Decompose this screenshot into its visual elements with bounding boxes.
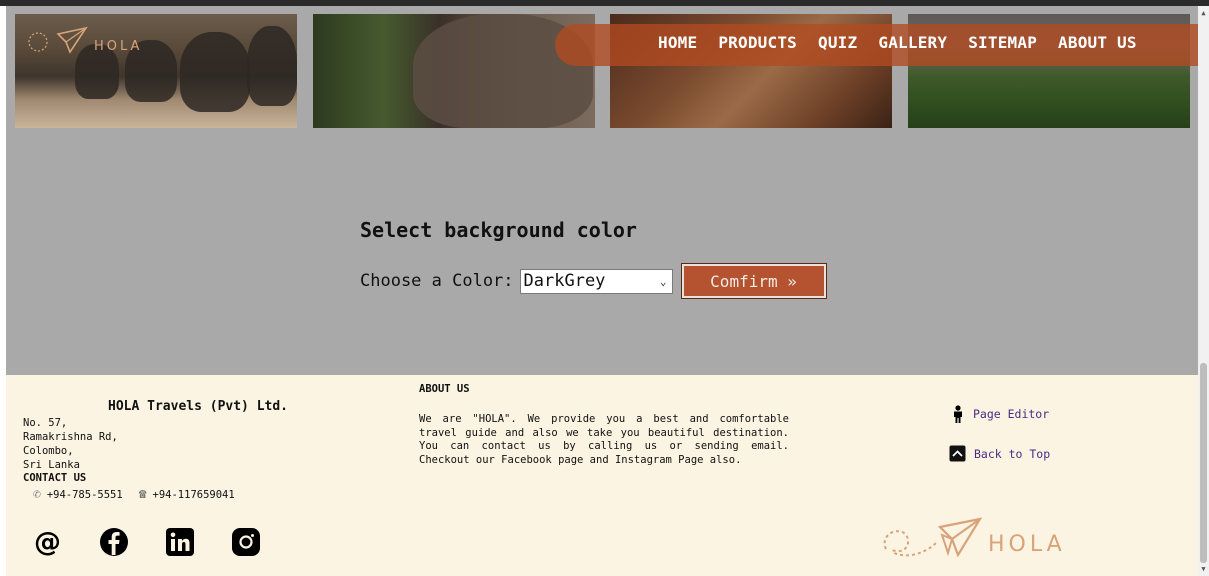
chevron-down-icon: ⌄ [659, 274, 667, 288]
nav-products[interactable]: PRODUCTS [718, 33, 797, 52]
phone-list: ✆ +94-785-5551 ☎ +94-117659041 [33, 487, 235, 502]
color-form: Choose a Color: DarkGrey ⌄ Comfirm » [360, 264, 826, 298]
scrollbar-thumb[interactable] [1200, 363, 1207, 563]
facebook-icon[interactable] [99, 527, 129, 557]
mobile-phone-icon: ✆ [33, 487, 41, 502]
nav-sitemap[interactable]: SITEMAP [968, 33, 1037, 52]
svg-text:@: @ [34, 527, 61, 557]
confirm-button[interactable]: Comfirm » [681, 264, 826, 298]
about-title: ABOUT US [419, 383, 470, 395]
phone-land[interactable]: +94-117659041 [153, 489, 235, 501]
color-label: Choose a Color: [360, 271, 514, 291]
nav-list: HOME PRODUCTS QUIZ GALLERY SITEMAP ABOUT… [658, 33, 1137, 52]
linkedin-icon[interactable] [165, 527, 195, 557]
main-nav: HOME PRODUCTS QUIZ GALLERY SITEMAP ABOUT… [555, 24, 1198, 66]
telephone-icon: ☎ [138, 487, 147, 502]
nav-home[interactable]: HOME [658, 33, 697, 52]
address-line: Colombo, [23, 445, 74, 457]
back-to-top-label: Back to Top [974, 446, 1051, 461]
address-line: No. 57, [23, 417, 68, 429]
hola-logo[interactable]: HOLA [24, 24, 164, 58]
hola-logo-footer: HOLA [883, 517, 1066, 558]
person-icon [954, 405, 962, 423]
address: No. 57, Ramakrishna Rd, Colombo, Sri Lan… [23, 416, 118, 472]
address-line: Ramakrishna Rd, [23, 431, 118, 443]
email-icon[interactable]: @ [33, 527, 63, 557]
color-select-value: DarkGrey [523, 270, 606, 291]
scroll-up-arrow-icon[interactable]: ▲ [1198, 8, 1209, 18]
arrow-up-icon [949, 445, 966, 462]
vertical-scrollbar[interactable]: ▲ ▼ [1198, 6, 1209, 576]
page-editor-label: Page Editor [973, 407, 1050, 421]
nav-gallery[interactable]: GALLERY [878, 33, 947, 52]
contact-title: CONTACT US [23, 472, 87, 484]
color-select[interactable]: DarkGrey ⌄ [519, 268, 673, 294]
footer-logo-text: HOLA [988, 532, 1066, 557]
company-name: HOLA Travels (Pvt) Ltd. [108, 399, 289, 414]
nav-about-us[interactable]: ABOUT US [1058, 33, 1137, 52]
form-title: Select background color [360, 218, 637, 242]
page: HOLA HOME PRODUCTS QUIZ GALLERY SITEMAP … [6, 6, 1198, 576]
nav-quiz[interactable]: QUIZ [818, 33, 857, 52]
logo-text: HOLA [94, 39, 142, 54]
elephant-shape [247, 26, 297, 106]
about-text: We are "HOLA". We provide you a best and… [419, 413, 789, 466]
address-line: Sri Lanka [23, 459, 80, 471]
instagram-icon[interactable] [231, 527, 261, 557]
phone-mobile[interactable]: +94-785-5551 [47, 489, 123, 501]
header-photo-elephant-closeup [313, 14, 595, 128]
footer: HOLA Travels (Pvt) Ltd. No. 57, Ramakris… [6, 375, 1198, 576]
scroll-down-arrow-icon[interactable]: ▼ [1198, 564, 1209, 574]
social-links: @ [33, 527, 261, 557]
page-editor-link[interactable]: Page Editor [951, 405, 1049, 423]
back-to-top-link[interactable]: Back to Top [949, 445, 1050, 462]
elephant-shape [180, 32, 250, 112]
